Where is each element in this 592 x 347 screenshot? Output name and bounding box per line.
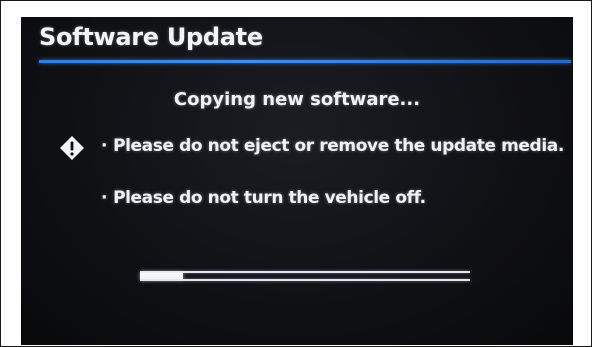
message-text: Please do not turn the vehicle off.	[113, 188, 426, 208]
bullet: ·	[101, 188, 108, 208]
message-text: Please do not eject or remove the update…	[113, 136, 564, 156]
progress-rail-bottom	[140, 279, 470, 281]
screenshot-frame: Software Update Copying new software... …	[0, 0, 592, 347]
head-unit-screen: Software Update Copying new software... …	[21, 17, 573, 345]
warning-message-vehicle-off: · Please do not turn the vehicle off.	[101, 188, 426, 208]
bullet: ·	[101, 136, 108, 156]
page-title: Software Update	[39, 23, 263, 51]
progress-bar	[140, 271, 470, 281]
warning-message-eject: · Please do not eject or remove the updat…	[101, 136, 564, 156]
title-divider	[39, 60, 571, 63]
status-text: Copying new software...	[173, 89, 421, 110]
warning-diamond-icon	[59, 135, 85, 161]
progress-rail-top	[140, 271, 470, 273]
